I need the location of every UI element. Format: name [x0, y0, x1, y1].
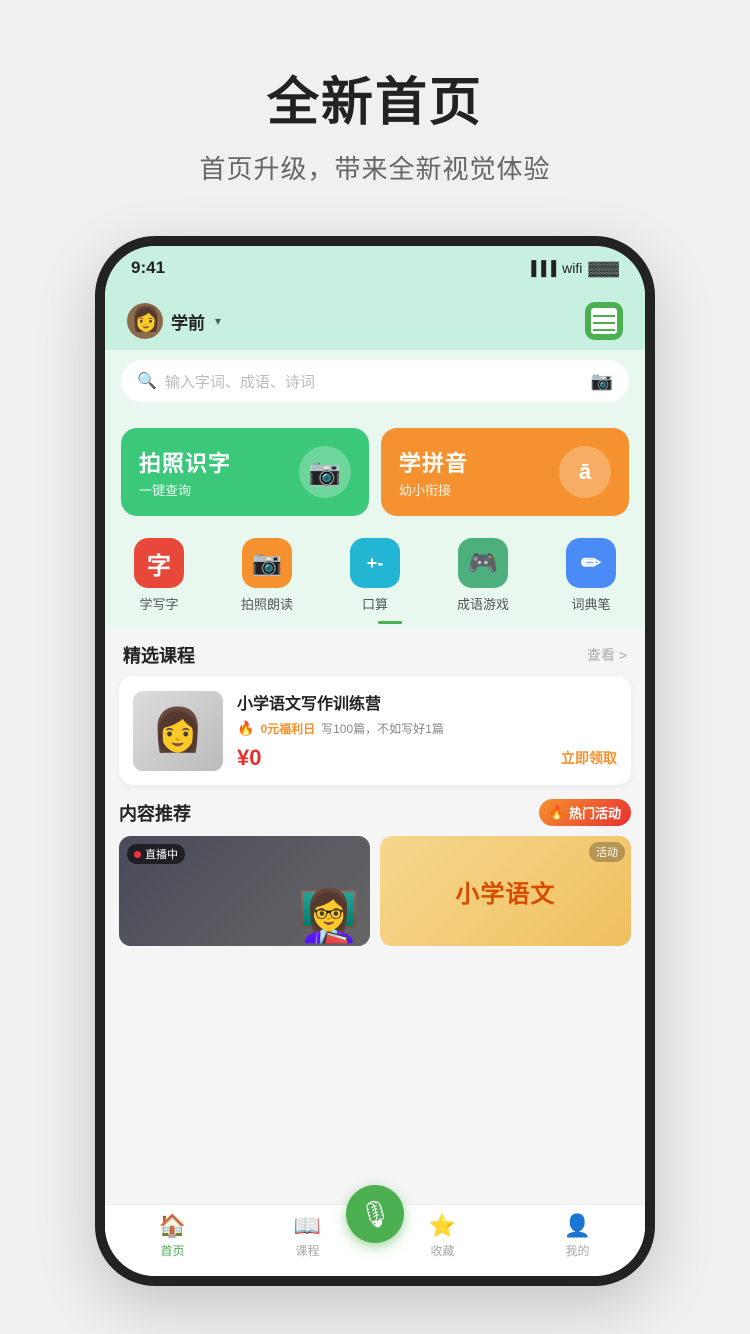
courses-more-link[interactable]: 查看 >: [587, 645, 627, 665]
recommend-title: 内容推荐: [119, 800, 191, 826]
grade-label: 学前: [171, 309, 205, 334]
tool-indicator: [378, 621, 402, 624]
course-price-row: ¥0 立即领取: [237, 745, 617, 771]
courses-icon: 📖: [294, 1213, 321, 1239]
tool-game-icon: 🎮: [458, 538, 508, 588]
recommend-section: 内容推荐 🔥 热门活动 👩‍🏫 直播中: [105, 799, 645, 946]
search-bar[interactable]: 🔍 输入字词、成语、诗词 📷: [121, 360, 629, 402]
nav-profile[interactable]: 👤 我的: [548, 1213, 608, 1259]
live-card[interactable]: 👩‍🏫 直播中: [119, 836, 370, 946]
fire-icon: 🔥: [237, 720, 254, 737]
app-header: 学前 ▾: [105, 290, 645, 350]
course-desc-row: 🔥 0元福利日 写100篇，不如写好1篇: [237, 720, 617, 737]
nav-home[interactable]: 🏠 首页: [143, 1213, 203, 1259]
page-subtitle: 首页升级，带来全新视觉体验: [199, 149, 550, 186]
courses-section-title: 精选课程: [123, 642, 195, 668]
tool-calc[interactable]: +- 口算: [321, 538, 429, 624]
quick-tools: 字 学写字 📷 拍照朗读 +- 口算 🎮 成语游戏 ✏ 词典笔: [105, 528, 645, 628]
top-section: 全新首页 首页升级，带来全新视觉体验: [0, 0, 750, 216]
nav-profile-label: 我的: [565, 1242, 589, 1259]
course-thumbnail: 👩: [133, 691, 223, 771]
bottom-nav: 🏠 首页 📖 课程 🎙 ⭐ 收藏 👤 我的: [105, 1204, 645, 1276]
teacher-avatar: 👩: [152, 706, 204, 755]
status-bar: 9:41 ▐▐▐ wifi ▓▓▓: [105, 246, 645, 290]
live-label: 直播中: [145, 846, 178, 862]
tool-pen-label: 词典笔: [571, 594, 610, 613]
nav-home-label: 首页: [160, 1242, 184, 1259]
claim-button[interactable]: 立即领取: [561, 748, 617, 768]
live-card-figure: 👩‍🏫: [298, 887, 360, 946]
course-slogan: 写100篇，不如写好1篇: [321, 720, 444, 737]
pinyin-button[interactable]: 学拼音 幼小衔接 ā: [381, 428, 629, 516]
page-title: 全新首页: [267, 60, 483, 135]
tool-game[interactable]: 🎮 成语游戏: [429, 538, 537, 624]
search-placeholder: 输入字词、成语、诗词: [165, 371, 583, 392]
course-info: 小学语文写作训练营 🔥 0元福利日 写100篇，不如写好1篇 ¥0 立即领取: [237, 690, 617, 771]
live-indicator-dot: [134, 851, 141, 858]
phone-content: 学前 ▾ 🔍 输入字词、成语、诗词 📷 拍照识字 一键查询 📷 学拼音: [105, 290, 645, 1276]
promo-tag: 0元福利日: [260, 720, 315, 737]
home-icon: 🏠: [159, 1213, 186, 1239]
activity-badge: 活动: [589, 842, 625, 862]
nav-courses-label: 课程: [295, 1242, 319, 1259]
tool-photo-read-label: 拍照朗读: [241, 594, 293, 613]
live-overlay: 直播中: [127, 844, 185, 864]
nav-favorites[interactable]: ⭐ 收藏: [413, 1213, 473, 1259]
nav-courses[interactable]: 📖 课程: [278, 1213, 338, 1259]
chevron-down-icon: ▾: [215, 314, 221, 328]
hot-badge-text: 热门活动: [569, 803, 621, 822]
course-card[interactable]: 👩 小学语文写作训练营 🔥 0元福利日 写100篇，不如写好1篇 ¥0 立即领取: [119, 676, 631, 785]
tool-write-icon: 字: [134, 538, 184, 588]
pinyin-btn-icon: ā: [559, 446, 611, 498]
content-area: 精选课程 查看 > 👩 小学语文写作训练营 🔥 0元福利日 写100篇，不如写好…: [105, 628, 645, 1204]
tool-photo-read-icon: 📷: [242, 538, 292, 588]
search-icon: 🔍: [137, 371, 157, 391]
nav-favorites-label: 收藏: [430, 1242, 454, 1259]
course-price: ¥0: [237, 745, 261, 771]
signal-icon: ▐▐▐: [526, 260, 556, 276]
photo-btn-main: 拍照识字: [139, 446, 231, 478]
tool-calc-icon: +-: [350, 538, 400, 588]
avatar: [127, 303, 163, 339]
tool-write-label: 学写字: [139, 594, 178, 613]
course-name: 小学语文写作训练营: [237, 690, 617, 714]
status-icons: ▐▐▐ wifi ▓▓▓: [526, 260, 619, 276]
camera-icon[interactable]: 📷: [591, 371, 613, 392]
recommend-header: 内容推荐 🔥 热门活动: [119, 799, 631, 826]
mic-button[interactable]: 🎙: [346, 1185, 404, 1243]
recommend-cards: 👩‍🏫 直播中 小学语文 活动: [119, 836, 631, 946]
fire-icon-2: 🔥: [549, 805, 565, 821]
battery-icon: ▓▓▓: [588, 260, 619, 276]
courses-section-header: 精选课程 查看 >: [105, 628, 645, 676]
tool-game-label: 成语游戏: [457, 594, 509, 613]
tool-pen[interactable]: ✏ 词典笔: [537, 538, 645, 624]
user-info[interactable]: 学前 ▾: [127, 303, 221, 339]
activity-card[interactable]: 小学语文 活动: [380, 836, 631, 946]
status-time: 9:41: [131, 258, 165, 278]
pinyin-btn-sub: 幼小衔接: [399, 480, 468, 499]
favorites-icon: ⭐: [429, 1213, 456, 1239]
activity-text: 小学语文: [456, 874, 556, 909]
calendar-button[interactable]: [585, 302, 623, 340]
tool-pen-icon: ✏: [566, 538, 616, 588]
photo-btn-icon: 📷: [299, 446, 351, 498]
feature-buttons: 拍照识字 一键查询 📷 学拼音 幼小衔接 ā: [105, 412, 645, 528]
tool-photo-read[interactable]: 📷 拍照朗读: [213, 538, 321, 624]
mic-icon: 🎙: [358, 1199, 391, 1230]
wifi-icon: wifi: [562, 260, 582, 276]
photo-btn-text: 拍照识字 一键查询: [139, 446, 231, 499]
pinyin-btn-text: 学拼音 幼小衔接: [399, 446, 468, 499]
profile-icon: 👤: [564, 1213, 591, 1239]
photo-recognition-button[interactable]: 拍照识字 一键查询 📷: [121, 428, 369, 516]
hot-badge: 🔥 热门活动: [539, 799, 631, 826]
photo-btn-sub: 一键查询: [139, 480, 231, 499]
phone-mockup: 9:41 ▐▐▐ wifi ▓▓▓ 学前 ▾ 🔍 输入字词、成语、诗词 📷: [95, 236, 655, 1286]
pinyin-btn-main: 学拼音: [399, 446, 468, 478]
tool-write[interactable]: 字 学写字: [105, 538, 213, 624]
tool-calc-label: 口算: [362, 594, 388, 613]
